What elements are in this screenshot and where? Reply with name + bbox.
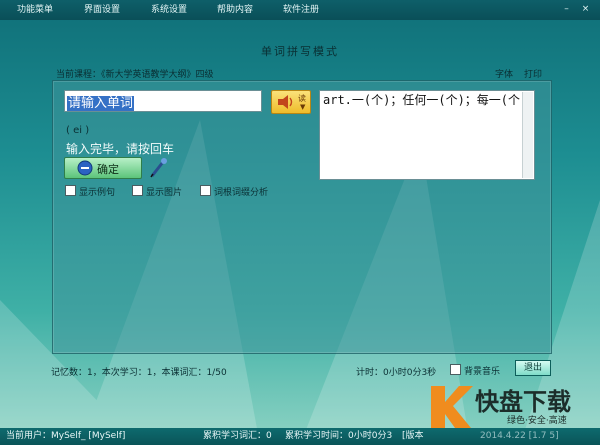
page-title: 单词拼写模式 [261, 45, 339, 58]
option-root-analysis[interactable]: 词根词缀分析 [200, 185, 269, 198]
font-link[interactable]: 字体 [495, 67, 513, 80]
speaker-icon [278, 95, 293, 109]
watermark-logo: 快盘下载 绿色·安全·高速 [425, 380, 597, 440]
image-checkbox[interactable] [132, 185, 143, 196]
input-hint: 输入完毕，请按回车 [66, 142, 175, 156]
current-user: 当前用户：MySelf_ [MySelf] [6, 431, 126, 441]
definition-box: art.一(个)；任何一(个)；每一(个) [319, 90, 535, 180]
image-label: 显示图片 [146, 188, 183, 198]
menu-bar: 功能菜单 界面设置 系统设置 帮助内容 软件注册 – × [0, 0, 600, 20]
confirm-icon [77, 160, 93, 176]
menu-register[interactable]: 软件注册 [283, 0, 319, 20]
menu-ui-settings[interactable]: 界面设置 [84, 0, 120, 20]
watermark-subtext: 绿色·安全·高速 [507, 416, 567, 426]
example-label: 显示例句 [79, 188, 116, 198]
bg-music-checkbox[interactable] [450, 364, 461, 375]
total-time: 累积学习时间：0小时0分3 [285, 431, 393, 441]
root-analysis-label: 词根词缀分析 [214, 188, 269, 198]
option-image[interactable]: 显示图片 [132, 185, 183, 198]
root-analysis-checkbox[interactable] [200, 185, 211, 196]
minimize-button[interactable]: – [561, 4, 572, 15]
print-link[interactable]: 打印 [524, 67, 542, 80]
option-example[interactable]: 显示例句 [65, 185, 116, 198]
pronounce-button[interactable]: 读 ▼ [271, 90, 311, 114]
example-checkbox[interactable] [65, 185, 76, 196]
pen-icon[interactable] [148, 157, 168, 179]
phonetic: ( ei ) [66, 125, 90, 136]
watermark-k-icon [431, 386, 473, 428]
exit-button[interactable]: 退出 [515, 360, 551, 376]
menu-system-settings[interactable]: 系统设置 [151, 0, 187, 20]
confirm-label: 确定 [97, 163, 119, 176]
current-course: 当前课程：《新大学英语教学大纲》四级 [56, 70, 214, 80]
watermark-text: 快盘下载 [475, 388, 571, 416]
chevron-down-icon[interactable]: ▼ [300, 103, 305, 111]
progress-status: 记忆数：1，本次学习：1，本课词汇：1/50 [51, 368, 227, 378]
total-words: 累积学习词汇：0 [203, 431, 272, 441]
menu-function[interactable]: 功能菜单 [17, 0, 53, 20]
version: [版本 [402, 431, 424, 441]
definition-scrollbar[interactable] [522, 92, 533, 178]
word-input[interactable]: 请输入单词 [64, 90, 262, 112]
menu-help[interactable]: 帮助内容 [217, 0, 253, 20]
word-input-value: 请输入单词 [67, 96, 135, 111]
confirm-button[interactable]: 确定 [64, 157, 142, 179]
close-button[interactable]: × [580, 4, 591, 15]
definition-text: art.一(个)；任何一(个)；每一(个) [323, 93, 528, 107]
bg-music-option[interactable]: 背景音乐 [450, 364, 501, 377]
timer: 计时：0小时0分3秒 [356, 368, 437, 378]
bg-music-label: 背景音乐 [464, 367, 501, 377]
